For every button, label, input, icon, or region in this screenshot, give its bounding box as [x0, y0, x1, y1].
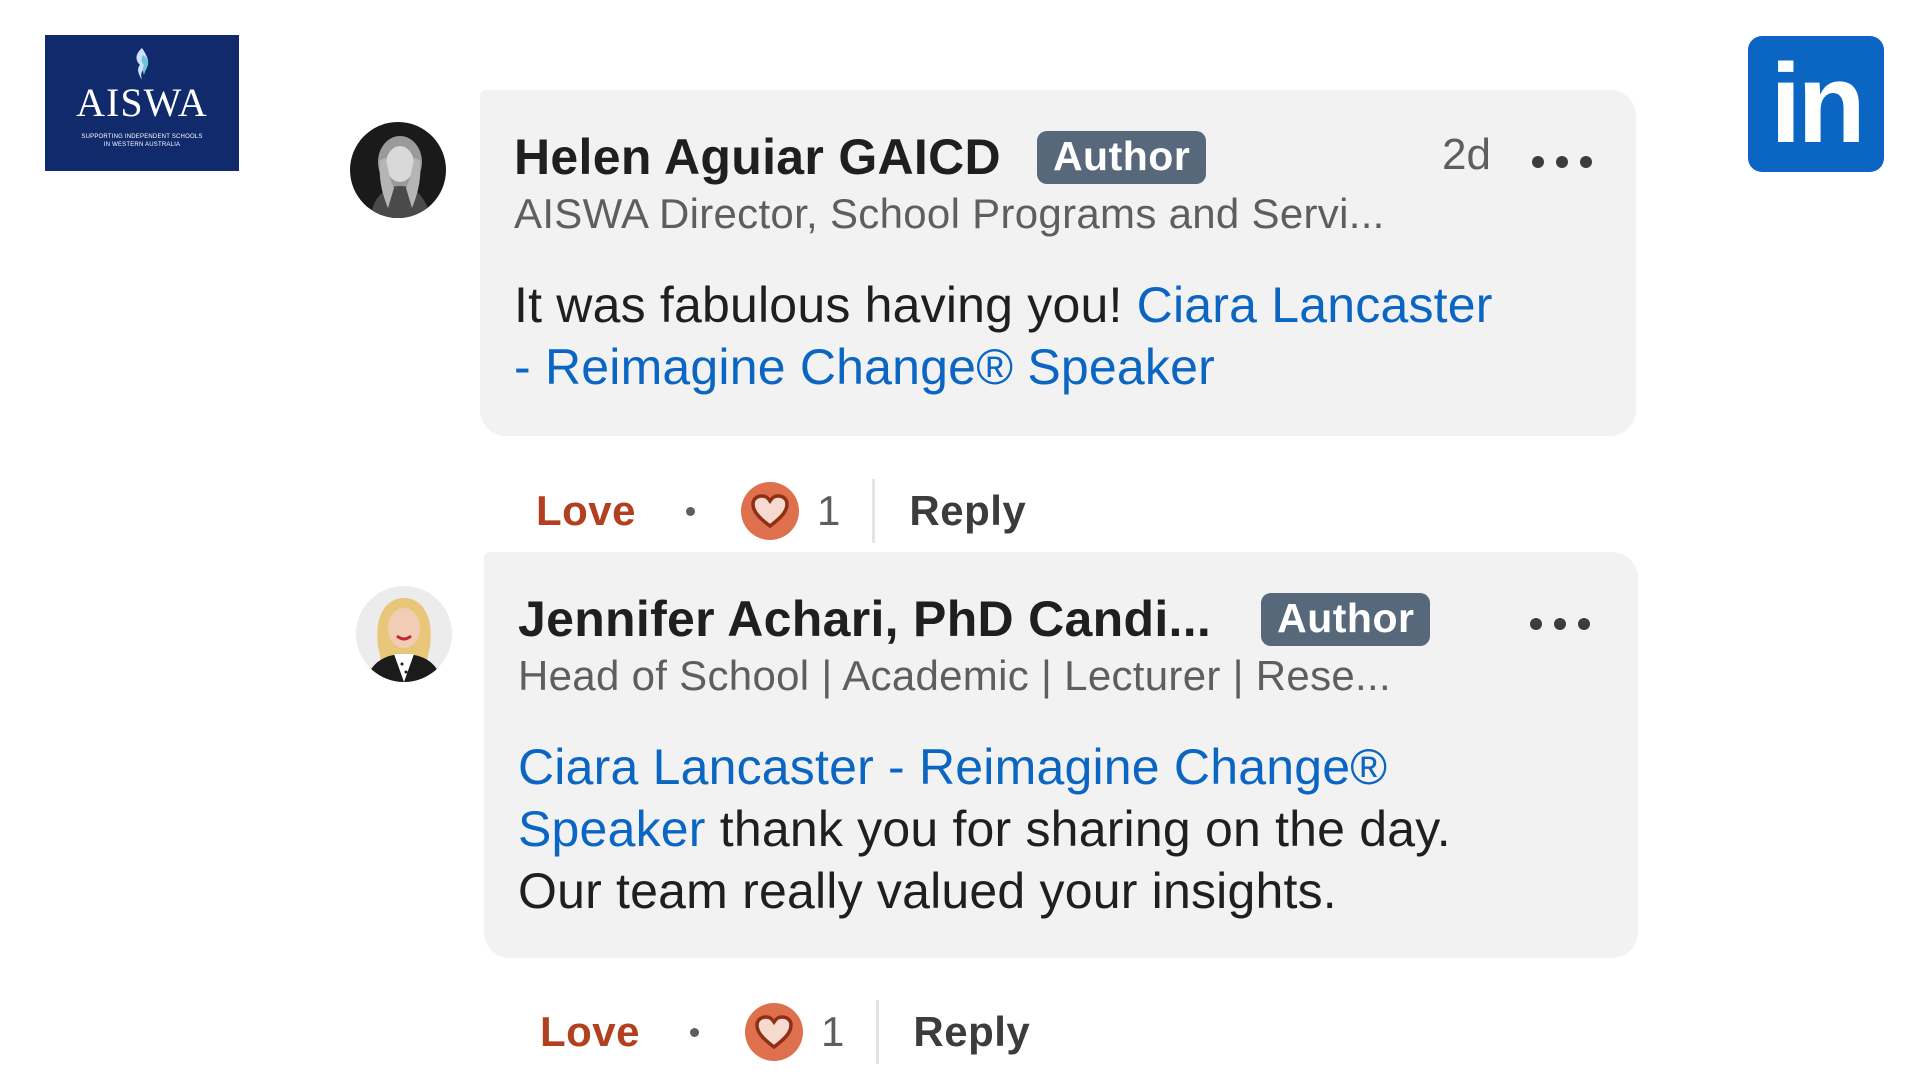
comment-text-plain: thank you for sharing on the day.: [705, 801, 1451, 857]
avatar-photo-icon: [356, 586, 452, 682]
separator-dot: [690, 1027, 700, 1037]
comment-header: Helen Aguiar GAICD Author: [514, 128, 1207, 186]
comment-bubble-jennifer: Jennifer Achari, PhD Candi... Author Hea…: [484, 552, 1638, 958]
avatar-photo-icon: [350, 122, 446, 218]
author-name[interactable]: Jennifer Achari, PhD Candi...: [518, 590, 1211, 648]
love-reaction-icon[interactable]: [741, 482, 800, 540]
linkedin-logo: in: [1748, 36, 1884, 172]
comment-text-line: Our team really valued your insights.: [518, 863, 1337, 919]
more-options-button[interactable]: [1532, 152, 1592, 172]
reply-button[interactable]: Reply: [909, 487, 1026, 535]
comment-text-line: - Reimagine Change® Speaker: [514, 336, 1493, 398]
reaction-count[interactable]: 1: [817, 487, 840, 535]
mention-link[interactable]: - Reimagine Change® Speaker: [514, 339, 1215, 395]
author-badge: Author: [1036, 130, 1207, 184]
action-divider: [876, 1000, 880, 1064]
heart-icon: [755, 1015, 793, 1050]
comment-header: Jennifer Achari, PhD Candi... Author: [518, 590, 1431, 648]
love-button[interactable]: Love: [536, 487, 636, 535]
more-dot: [1530, 618, 1542, 630]
comment-text-plain: It was fabulous having you!: [514, 277, 1137, 333]
action-divider: [872, 479, 876, 543]
love-reaction-icon[interactable]: [745, 1003, 804, 1061]
aiswa-tagline-1: SUPPORTING INDEPENDENT SCHOOLS: [81, 134, 203, 140]
comment-text: Ciara Lancaster - Reimagine Change® Spea…: [518, 736, 1451, 922]
love-button[interactable]: Love: [540, 1008, 640, 1056]
heart-icon: [751, 494, 789, 529]
more-dot: [1532, 156, 1544, 168]
mention-link[interactable]: Ciara Lancaster: [1137, 277, 1493, 333]
comment-actions: Love 1 Reply: [536, 476, 1026, 546]
separator-dot: [686, 506, 696, 516]
author-name[interactable]: Helen Aguiar GAICD: [514, 128, 1001, 186]
comment-text: It was fabulous having you! Ciara Lancas…: [514, 274, 1493, 398]
flame-icon: [136, 48, 149, 80]
comment-thread-page: AISWA SUPPORTING INDEPENDENT SCHOOLS in …: [0, 0, 1920, 1080]
more-dot: [1556, 156, 1568, 168]
author-headline: AISWA Director, School Programs and Serv…: [514, 190, 1385, 237]
comment-text-line: It was fabulous having you! Ciara Lancas…: [514, 274, 1493, 336]
avatar-helen[interactable]: [350, 122, 446, 218]
comment-actions: Love 1 Reply: [540, 997, 1030, 1067]
reply-button[interactable]: Reply: [913, 1008, 1030, 1056]
aiswa-tagline-2: in WESTERN AUSTRALIA: [103, 142, 181, 148]
comment-text-line: Ciara Lancaster - Reimagine Change®: [518, 736, 1451, 798]
more-dot: [1554, 618, 1566, 630]
mention-link[interactable]: Ciara Lancaster - Reimagine Change®: [518, 739, 1387, 795]
author-headline: Head of School | Academic | Lecturer | R…: [518, 652, 1391, 699]
comment-bubble-helen: Helen Aguiar GAICD Author 2d AISWA Direc…: [480, 90, 1636, 436]
mention-link[interactable]: Speaker: [518, 801, 706, 857]
more-dot: [1578, 618, 1590, 630]
comment-timestamp: 2d: [1442, 130, 1491, 179]
aiswa-logo-text: AISWA: [76, 80, 208, 125]
more-dot: [1580, 156, 1592, 168]
comment-text-line: Speaker thank you for sharing on the day…: [518, 798, 1451, 860]
author-badge: Author: [1261, 592, 1431, 646]
reaction-count[interactable]: 1: [821, 1008, 844, 1056]
more-options-button[interactable]: [1530, 614, 1590, 634]
avatar-jennifer[interactable]: [356, 586, 452, 682]
aiswa-logo: AISWA SUPPORTING INDEPENDENT SCHOOLS in …: [45, 35, 239, 171]
